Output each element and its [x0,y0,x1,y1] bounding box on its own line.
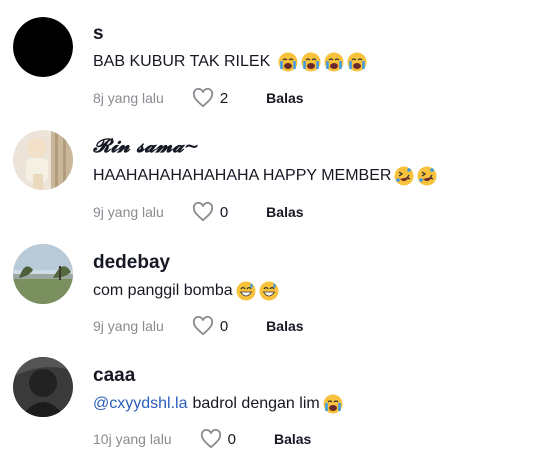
username[interactable]: caaa [93,365,135,387]
comment-text: @cxyydshl.la badrol dengan lim [93,394,343,414]
loudly-crying-face-emoji [324,52,344,72]
comment-body: badrol dengan lim [192,395,320,412]
username[interactable]: 𝓡𝓲𝓷 𝓼𝓪𝓶𝓪~ [93,135,200,157]
comment-text: BAB KUBUR TAK RILEK [93,52,367,72]
like-count: 0 [219,317,229,335]
avatar[interactable] [13,130,73,190]
timestamp: 8j yang lalu [93,90,164,106]
avatar-image [13,357,73,417]
username[interactable]: dedebay [93,252,170,274]
loudly-crying-face-emoji [347,52,367,72]
grinning-sweat-emoji [236,281,256,301]
reply-button[interactable]: Balas [266,318,303,334]
username[interactable]: s [93,23,104,45]
like-count: 0 [227,430,236,448]
rolling-on-floor-laughing-emoji [394,166,414,186]
loudly-crying-face-emoji [323,394,343,414]
comment-text: com panggil bomba [93,281,279,301]
comment-meta: 10j yang lalu 0 Balas [93,429,311,449]
timestamp: 9j yang lalu [93,204,164,220]
comment-text: HAAHAHAHAHAHAHA HAPPY MEMBER [93,166,437,186]
heart-icon [200,429,221,449]
like-button[interactable]: 0 [200,429,236,449]
comment-meta: 8j yang lalu 2 Balas [93,88,304,108]
comment-item: 𝓡𝓲𝓷 𝓼𝓪𝓶𝓪~ HAAHAHAHAHAHAHA HAPPY MEMBER 9… [0,115,557,228]
reply-button[interactable]: Balas [266,90,303,106]
like-button[interactable]: 0 [192,316,228,336]
heart-icon [192,202,213,222]
comment-item: s BAB KUBUR TAK RILEK 8j yang lalu 2 Bal… [0,0,557,115]
avatar-image [13,17,73,77]
like-button[interactable]: 2 [192,88,228,108]
avatar[interactable] [13,17,73,77]
mention-link[interactable]: @cxyydshl.la [93,395,188,413]
grinning-sweat-emoji [259,281,279,301]
comment-body: com panggil bomba [93,282,233,299]
avatar[interactable] [13,244,73,304]
like-count: 0 [219,203,229,221]
loudly-crying-face-emoji [278,52,298,72]
avatar-image [13,130,73,190]
heart-icon [192,316,213,336]
timestamp: 10j yang lalu [93,431,172,447]
heart-icon [192,88,213,108]
rolling-on-floor-laughing-emoji [417,166,437,186]
avatar[interactable] [13,357,73,417]
avatar-image [13,244,73,304]
comment-body: BAB KUBUR TAK RILEK [93,53,271,70]
comment-meta: 9j yang lalu 0 Balas [93,316,304,336]
reply-button[interactable]: Balas [274,431,311,447]
reply-button[interactable]: Balas [266,204,303,220]
loudly-crying-face-emoji [301,52,321,72]
comment-body: HAAHAHAHAHAHAHA HAPPY MEMBER [93,167,392,184]
comment-meta: 9j yang lalu 0 Balas [93,202,304,222]
like-button[interactable]: 0 [192,202,228,222]
timestamp: 9j yang lalu [93,318,164,334]
like-count: 2 [219,89,229,107]
comment-item: caaa @cxyydshl.la badrol dengan lim 10j … [0,341,557,458]
comment-item: dedebay com panggil bomba 9j yang lalu 0… [0,228,557,341]
